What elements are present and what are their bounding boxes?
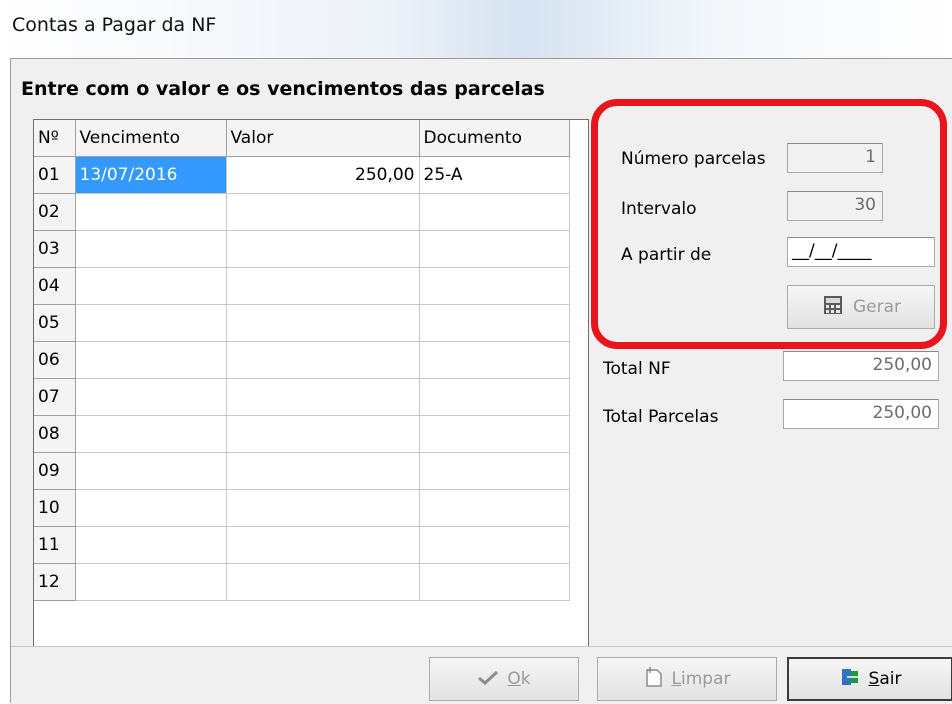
row-number-cell: 04 <box>34 267 76 305</box>
table-row[interactable]: 07 <box>34 378 570 416</box>
vencimento-cell[interactable] <box>75 230 227 268</box>
row-number-cell: 07 <box>34 378 76 416</box>
documento-cell[interactable] <box>419 563 570 601</box>
ok-button[interactable]: Ok <box>429 657 579 701</box>
vencimento-cell[interactable]: 13/07/2016 <box>75 156 227 194</box>
documento-cell[interactable] <box>419 415 570 453</box>
vencimento-cell[interactable] <box>75 304 227 342</box>
clear-document-icon <box>644 666 664 693</box>
limpar-button-label: Limpar <box>671 669 731 689</box>
table-row[interactable]: 02 <box>34 193 570 231</box>
documento-cell[interactable] <box>419 526 570 564</box>
dialog-body: Entre com o valor e os vencimentos das p… <box>10 58 952 704</box>
vencimento-cell[interactable] <box>75 193 227 231</box>
installments-table: Nº Vencimento Valor Documento 01 13/07/20… <box>34 120 570 601</box>
table-row[interactable]: 08 <box>34 415 570 453</box>
ok-button-label: Ok <box>507 669 531 689</box>
row-number-cell: 06 <box>34 341 76 379</box>
valor-cell[interactable] <box>226 489 420 527</box>
documento-cell[interactable] <box>419 267 570 305</box>
documento-cell[interactable] <box>419 193 570 231</box>
row-number-cell: 01 <box>34 156 76 194</box>
valor-cell[interactable] <box>226 267 420 305</box>
row-number-cell: 02 <box>34 193 76 231</box>
numero-parcelas-field[interactable]: 1 <box>787 143 883 173</box>
window-title: Contas a Pagar da NF <box>12 14 217 36</box>
vencimento-cell[interactable] <box>75 526 227 564</box>
table-row[interactable]: 06 <box>34 341 570 379</box>
valor-cell[interactable] <box>226 378 420 416</box>
vencimento-cell[interactable] <box>75 267 227 305</box>
vencimento-cell[interactable] <box>75 378 227 416</box>
documento-cell[interactable] <box>419 378 570 416</box>
column-header-n[interactable]: Nº <box>34 120 76 157</box>
valor-cell[interactable] <box>226 415 420 453</box>
total-parcelas-label: Total Parcelas <box>603 407 719 427</box>
calculator-icon <box>821 293 845 322</box>
a-partir-de-label: A partir de <box>621 245 712 265</box>
documento-cell[interactable] <box>419 489 570 527</box>
documento-cell[interactable] <box>419 230 570 268</box>
documento-cell[interactable]: 25-A <box>419 156 570 194</box>
title-bar: Contas a Pagar da NF <box>0 0 952 58</box>
exit-door-icon <box>839 666 861 693</box>
intervalo-field[interactable]: 30 <box>787 191 883 221</box>
column-header-vencimento[interactable]: Vencimento <box>75 120 227 157</box>
row-number-cell: 11 <box>34 526 76 564</box>
intervalo-label: Intervalo <box>621 199 697 219</box>
button-bar: Ok Limpar Sair <box>11 646 952 704</box>
valor-cell[interactable]: 250,00 <box>226 156 420 194</box>
table-row[interactable]: 10 <box>34 489 570 527</box>
sair-button-label: Sair <box>868 669 902 689</box>
sair-button[interactable]: Sair <box>787 657 952 701</box>
instructions-heading: Entre com o valor e os vencimentos das p… <box>21 78 545 100</box>
valor-cell[interactable] <box>226 452 420 490</box>
documento-cell[interactable] <box>419 304 570 342</box>
table-row[interactable]: 09 <box>34 452 570 490</box>
documento-cell[interactable] <box>419 452 570 490</box>
row-number-cell: 03 <box>34 230 76 268</box>
row-number-cell: 05 <box>34 304 76 342</box>
valor-cell[interactable] <box>226 563 420 601</box>
limpar-button[interactable]: Limpar <box>597 657 777 701</box>
table-row[interactable]: 01 13/07/2016 250,00 25-A <box>34 156 570 194</box>
vencimento-cell[interactable] <box>75 415 227 453</box>
table-row[interactable]: 03 <box>34 230 570 268</box>
total-nf-label: Total NF <box>603 359 671 379</box>
row-number-cell: 10 <box>34 489 76 527</box>
installments-grid[interactable]: Nº Vencimento Valor Documento 01 13/07/20… <box>33 119 589 671</box>
documento-cell[interactable] <box>419 341 570 379</box>
gerar-button-label: Gerar <box>852 297 902 317</box>
numero-parcelas-label: Número parcelas <box>621 149 766 169</box>
table-header-row: Nº Vencimento Valor Documento <box>34 120 570 157</box>
vencimento-cell[interactable] <box>75 563 227 601</box>
valor-cell[interactable] <box>226 230 420 268</box>
total-parcelas-field: 250,00 <box>783 399 939 429</box>
valor-cell[interactable] <box>226 341 420 379</box>
vencimento-cell[interactable] <box>75 452 227 490</box>
table-row[interactable]: 12 <box>34 563 570 601</box>
row-number-cell: 08 <box>34 415 76 453</box>
table-row[interactable]: 11 <box>34 526 570 564</box>
valor-cell[interactable] <box>226 526 420 564</box>
total-nf-field: 250,00 <box>783 351 939 381</box>
column-header-documento[interactable]: Documento <box>419 120 570 157</box>
valor-cell[interactable] <box>226 193 420 231</box>
valor-cell[interactable] <box>226 304 420 342</box>
vencimento-cell[interactable] <box>75 341 227 379</box>
gerar-button[interactable]: Gerar <box>787 285 935 329</box>
column-header-valor[interactable]: Valor <box>226 120 420 157</box>
table-row[interactable]: 04 <box>34 267 570 305</box>
vencimento-cell[interactable] <box>75 489 227 527</box>
row-number-cell: 12 <box>34 563 76 601</box>
row-number-cell: 09 <box>34 452 76 490</box>
a-partir-de-field[interactable]: __/__/____ <box>787 237 935 267</box>
checkmark-icon <box>477 669 499 690</box>
table-row[interactable]: 05 <box>34 304 570 342</box>
